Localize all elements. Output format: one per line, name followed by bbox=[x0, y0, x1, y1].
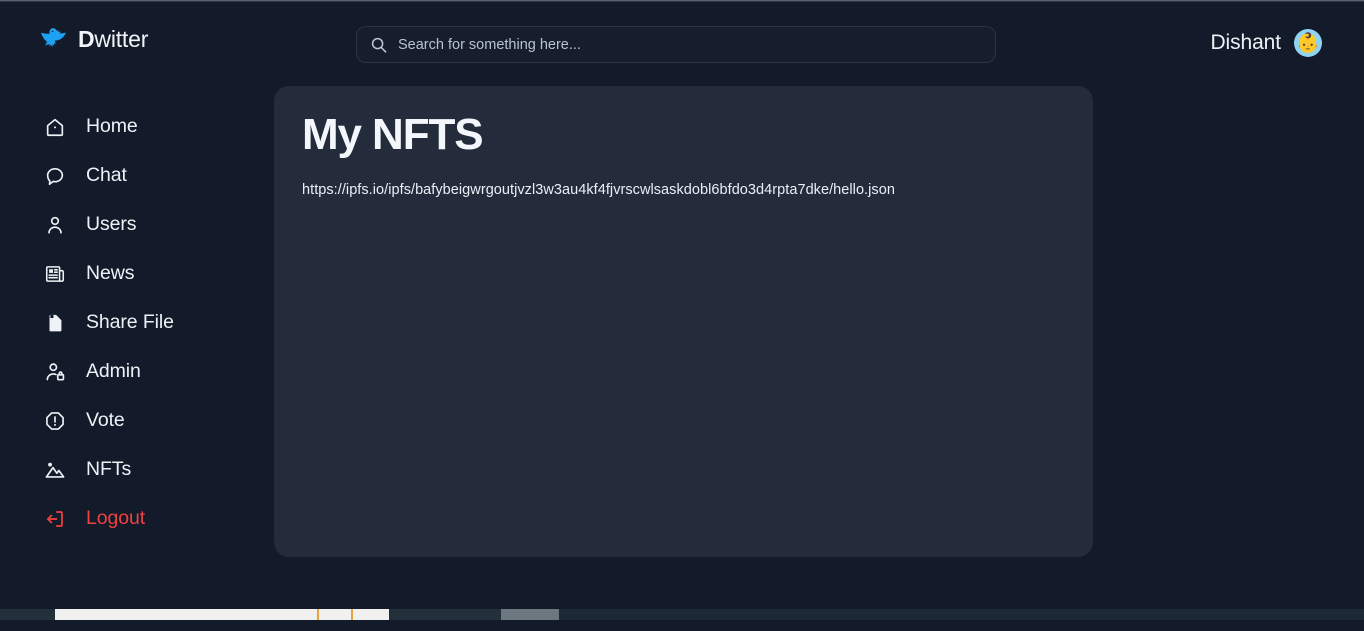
desktop-taskbar-sliver bbox=[0, 609, 1364, 620]
user-name: Dishant bbox=[1210, 31, 1281, 54]
logout-icon bbox=[43, 507, 67, 531]
alert-octagon-icon bbox=[43, 409, 67, 433]
nfts-card: My NFTS https://ipfs.io/ipfs/bafybeigwrg… bbox=[274, 86, 1093, 557]
sidebar-item-users[interactable]: Users bbox=[0, 200, 274, 249]
taskbar-segment-left bbox=[0, 609, 55, 620]
newspaper-icon bbox=[43, 262, 67, 286]
taskbar-tick-marker bbox=[317, 609, 319, 620]
page-title: My NFTS bbox=[302, 110, 484, 159]
sidebar-item-admin[interactable]: Admin bbox=[0, 347, 274, 396]
image-icon bbox=[43, 458, 67, 482]
sidebar-item-label: Home bbox=[86, 115, 138, 137]
sidebar-item-label: NFTs bbox=[86, 458, 132, 480]
brand-rest: witter bbox=[94, 26, 149, 52]
taskbar-tick-marker bbox=[351, 609, 353, 620]
taskbar-window-preview[interactable] bbox=[55, 609, 389, 620]
sidebar-item-logout[interactable]: Logout bbox=[0, 494, 274, 543]
sidebar-item-news[interactable]: News bbox=[0, 249, 274, 298]
sidebar-item-label: Vote bbox=[86, 409, 125, 431]
user-lock-icon bbox=[43, 360, 67, 384]
sidebar-item-nfts[interactable]: NFTs bbox=[0, 445, 274, 494]
avatar-person-icon: 👶 bbox=[1296, 32, 1320, 54]
sidebar-item-label: Users bbox=[86, 213, 137, 235]
taskbar-segment-highlight[interactable] bbox=[501, 609, 559, 620]
sidebar-item-share-file[interactable]: Share File bbox=[0, 298, 274, 347]
top-bar: Dwitter Dishant 👶 bbox=[0, 2, 1364, 86]
app-body: Home Chat Users News Share File Admin Vo… bbox=[0, 86, 1364, 620]
avatar[interactable]: 👶 bbox=[1294, 29, 1322, 57]
sidebar-item-home[interactable]: Home bbox=[0, 102, 274, 151]
brand-logo[interactable]: Dwitter bbox=[40, 26, 148, 53]
sidebar-item-label: News bbox=[86, 262, 135, 284]
nft-metadata-link[interactable]: https://ipfs.io/ipfs/bafybeigwrgoutjvzl3… bbox=[302, 182, 895, 198]
search-input[interactable] bbox=[398, 36, 981, 53]
sidebar-item-chat[interactable]: Chat bbox=[0, 151, 274, 200]
sidebar-item-label: Admin bbox=[86, 360, 141, 382]
sidebar-item-label: Chat bbox=[86, 164, 127, 186]
chat-bubble-icon bbox=[43, 164, 67, 188]
sidebar-item-label: Logout bbox=[86, 507, 146, 529]
bird-icon bbox=[40, 27, 68, 53]
brand-name: Dwitter bbox=[78, 26, 148, 53]
sidebar-item-vote[interactable]: Vote bbox=[0, 396, 274, 445]
sidebar: Home Chat Users News Share File Admin Vo… bbox=[0, 86, 274, 543]
sidebar-item-label: Share File bbox=[86, 311, 174, 333]
search-bar[interactable] bbox=[356, 26, 996, 63]
search-icon bbox=[371, 37, 387, 53]
dwitter-app: Dwitter Dishant 👶 bbox=[0, 2, 1364, 620]
brand-initial: D bbox=[78, 26, 95, 52]
taskbar-segment-right bbox=[559, 609, 1364, 620]
home-icon bbox=[43, 115, 67, 139]
taskbar-segment-mid bbox=[389, 609, 501, 620]
user-menu[interactable]: Dishant 👶 bbox=[1210, 29, 1322, 57]
document-icon bbox=[43, 311, 67, 335]
user-icon bbox=[43, 213, 67, 237]
